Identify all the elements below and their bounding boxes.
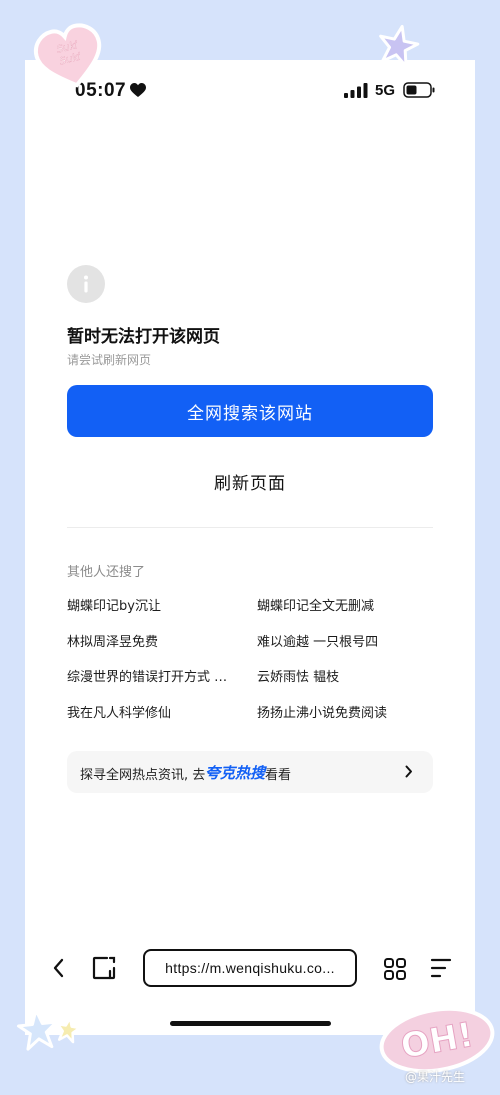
sticker-text: Suki [56, 40, 79, 56]
suggestion-item[interactable]: 云娇雨怯 韫枝 [257, 666, 429, 685]
tabs-icon[interactable] [92, 956, 118, 980]
home-indicator[interactable] [170, 1021, 331, 1026]
info-icon [67, 265, 105, 303]
suggestion-item[interactable]: 难以逾越 一只根号四 [257, 631, 429, 650]
search-web-button[interactable]: 全网搜索该网站 [67, 385, 433, 437]
apps-icon[interactable] [383, 957, 407, 981]
promo-brand: 夸克热搜 [205, 764, 266, 782]
watermark: @果汁先生 [405, 1070, 466, 1084]
url-bar[interactable]: https://m.wenqishuku.co... [143, 949, 357, 987]
error-title: 暂时无法打开该网页 [67, 327, 220, 347]
signal-icon [344, 83, 368, 98]
suggestion-item[interactable]: 蝴蝶印记by沉让 [67, 595, 239, 614]
error-subtitle: 请尝试刷新网页 [67, 353, 152, 367]
suggestion-item[interactable]: 综漫世界的错误打开方式 大... [67, 666, 239, 685]
divider [67, 527, 433, 528]
battery-icon [403, 82, 435, 98]
promo-prefix: 探寻全网热点资讯, 去 [80, 768, 206, 783]
menu-icon[interactable] [430, 957, 452, 979]
suggestion-item[interactable]: 林拟周泽昱免费 [67, 631, 239, 650]
back-icon[interactable] [51, 957, 65, 979]
status-time: 05:07 [75, 80, 127, 101]
suggestion-item[interactable]: 扬扬止沸小说免费阅读 [257, 702, 429, 721]
refresh-page-button[interactable]: 刷新页面 [67, 460, 433, 502]
suggestion-item[interactable]: 我在凡人科学修仙 [67, 702, 239, 721]
browser-screen: 05:07 5G 暂时无法打开该网页 请尝试刷新网页 全网搜索该网站 刷新页面 … [25, 60, 475, 1035]
heart-icon [130, 83, 146, 97]
promo-suffix: 看看 [265, 768, 292, 783]
suggestion-item[interactable]: 蝴蝶印记全文无删减 [257, 595, 429, 614]
hot-search-banner[interactable]: 探寻全网热点资讯, 去 夸克热搜 看看 [67, 751, 433, 793]
network-type: 5G [375, 82, 396, 99]
chevron-right-icon [405, 765, 412, 778]
suggestions-heading: 其他人还搜了 [67, 565, 146, 580]
